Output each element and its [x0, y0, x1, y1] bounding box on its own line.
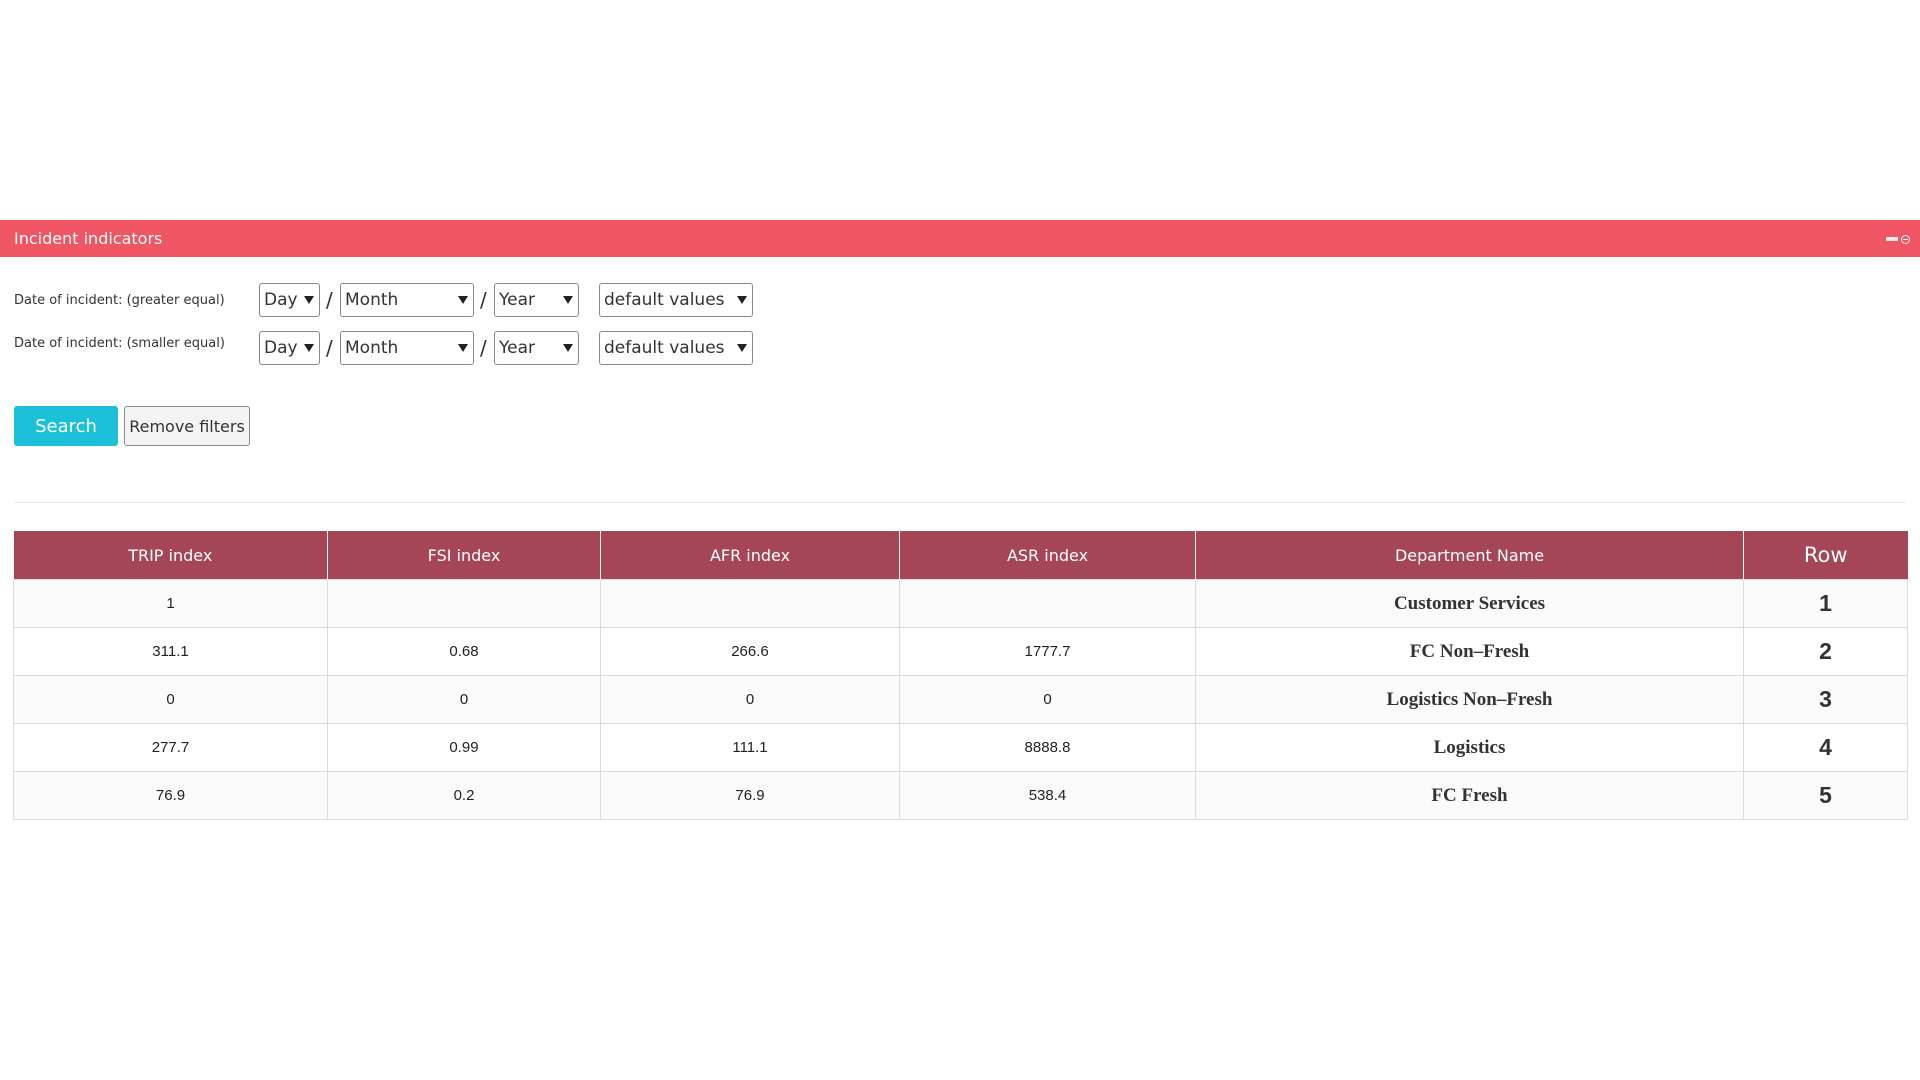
trip-index-cell: 0: [13, 675, 328, 724]
department-name-cell: FC Non–Fresh: [1195, 627, 1744, 676]
column-header-asr-index[interactable]: ASR index: [899, 531, 1196, 580]
table-header-row: TRIP index FSI index AFR index ASR index…: [13, 531, 1908, 580]
year-select-value: Year: [499, 290, 535, 310]
date-separator: /: [326, 336, 333, 360]
caret-down-icon: [458, 344, 468, 352]
caret-down-icon: [563, 296, 573, 304]
fsi-index-cell: 0.2: [327, 771, 601, 820]
year-select-value: Year: [499, 338, 535, 358]
panel-controls: [1886, 232, 1910, 246]
filter-label-greater: Date of incident: (greater equal): [14, 293, 225, 308]
preset-select-smaller[interactable]: default values: [599, 331, 753, 365]
row-number-cell: 4: [1743, 723, 1908, 772]
afr-index-cell: 266.6: [600, 627, 900, 676]
caret-down-icon: [304, 344, 314, 352]
trip-index-cell: 277.7: [13, 723, 328, 772]
preset-select-value: default values: [604, 338, 725, 358]
filter-row-smaller: Date of incident: (smaller equal) Day / …: [0, 331, 800, 367]
department-name-cell: Logistics Non–Fresh: [1195, 675, 1744, 724]
fsi-index-cell: 0.68: [327, 627, 601, 676]
column-header-row[interactable]: Row: [1743, 531, 1908, 580]
afr-index-cell: [600, 579, 900, 628]
day-select-value: Day: [264, 290, 298, 310]
row-number-cell: 1: [1743, 579, 1908, 628]
indicators-table: TRIP index FSI index AFR index ASR index…: [13, 531, 1908, 820]
filter-label-smaller: Date of incident: (smaller equal): [14, 336, 225, 351]
column-header-fsi-index[interactable]: FSI index: [327, 531, 601, 580]
preset-select-value: default values: [604, 290, 725, 310]
month-select-greater[interactable]: Month: [340, 283, 474, 317]
table-row: 311.1 0.68 266.6 1777.7 FC Non–Fresh 2: [13, 627, 1908, 676]
asr-index-cell: [899, 579, 1196, 628]
caret-down-icon: [737, 344, 747, 352]
table-row: 76.9 0.2 76.9 538.4 FC Fresh 5: [13, 771, 1908, 820]
trip-index-cell: 311.1: [13, 627, 328, 676]
fsi-index-cell: [327, 579, 601, 628]
close-circle-icon[interactable]: [1901, 234, 1910, 244]
year-select-smaller[interactable]: Year: [494, 331, 579, 365]
row-number-cell: 2: [1743, 627, 1908, 676]
table-row: 277.7 0.99 111.1 8888.8 Logistics 4: [13, 723, 1908, 772]
asr-index-cell: 8888.8: [899, 723, 1196, 772]
remove-filters-button[interactable]: Remove filters: [124, 406, 250, 446]
table-row: 0 0 0 0 Logistics Non–Fresh 3: [13, 675, 1908, 724]
date-separator: /: [480, 336, 487, 360]
search-button[interactable]: Search: [14, 406, 118, 446]
asr-index-cell: 0: [899, 675, 1196, 724]
minimize-icon[interactable]: [1886, 237, 1898, 241]
row-number-cell: 5: [1743, 771, 1908, 820]
table-row: 1 Customer Services 1: [13, 579, 1908, 628]
day-select-smaller[interactable]: Day: [259, 331, 320, 365]
column-header-department-name[interactable]: Department Name: [1195, 531, 1744, 580]
column-header-afr-index[interactable]: AFR index: [600, 531, 900, 580]
department-name-cell: FC Fresh: [1195, 771, 1744, 820]
day-select-greater[interactable]: Day: [259, 283, 320, 317]
afr-index-cell: 76.9: [600, 771, 900, 820]
department-name-cell: Customer Services: [1195, 579, 1744, 628]
divider: [14, 502, 1906, 503]
date-separator: /: [480, 288, 487, 312]
caret-down-icon: [304, 296, 314, 304]
fsi-index-cell: 0: [327, 675, 601, 724]
caret-down-icon: [458, 296, 468, 304]
day-select-value: Day: [264, 338, 298, 358]
afr-index-cell: 111.1: [600, 723, 900, 772]
date-separator: /: [326, 288, 333, 312]
preset-select-greater[interactable]: default values: [599, 283, 753, 317]
panel-title: Incident indicators: [14, 229, 163, 248]
afr-index-cell: 0: [600, 675, 900, 724]
month-select-value: Month: [345, 290, 399, 310]
department-name-cell: Logistics: [1195, 723, 1744, 772]
panel-header: Incident indicators: [0, 220, 1920, 257]
caret-down-icon: [563, 344, 573, 352]
filter-row-greater: Date of incident: (greater equal) Day / …: [0, 283, 800, 319]
fsi-index-cell: 0.99: [327, 723, 601, 772]
row-number-cell: 3: [1743, 675, 1908, 724]
asr-index-cell: 1777.7: [899, 627, 1196, 676]
column-header-trip-index[interactable]: TRIP index: [13, 531, 328, 580]
trip-index-cell: 1: [13, 579, 328, 628]
month-select-smaller[interactable]: Month: [340, 331, 474, 365]
year-select-greater[interactable]: Year: [494, 283, 579, 317]
trip-index-cell: 76.9: [13, 771, 328, 820]
caret-down-icon: [737, 296, 747, 304]
asr-index-cell: 538.4: [899, 771, 1196, 820]
month-select-value: Month: [345, 338, 399, 358]
